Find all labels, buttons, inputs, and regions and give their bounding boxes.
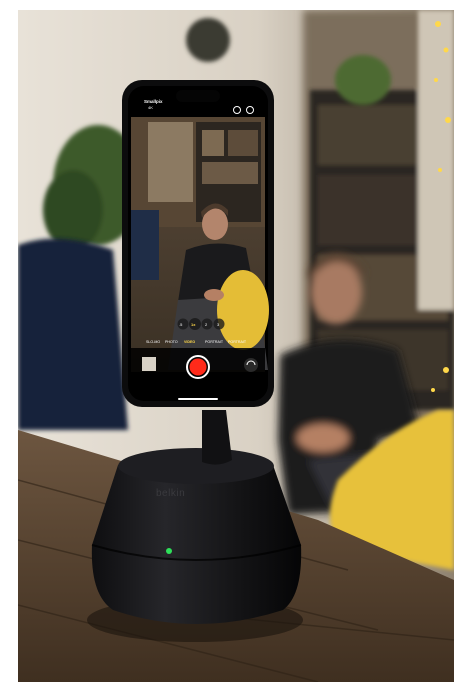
zoom-option-selected[interactable]: 1x: [191, 322, 195, 327]
mode-tab[interactable]: PORTRAIT: [228, 340, 246, 344]
zoom-option[interactable]: .5: [179, 322, 182, 327]
camera-format-label[interactable]: Smallpix: [144, 99, 163, 104]
zoom-option[interactable]: 3: [217, 322, 219, 327]
background-sofa: [18, 238, 128, 430]
belkin-logo: belkin: [156, 488, 186, 499]
camera-format-sublabel: 4K: [148, 105, 153, 110]
zoom-option[interactable]: 2: [205, 322, 207, 327]
mode-tab[interactable]: SLO-MO: [146, 340, 160, 344]
dynamic-island: [176, 90, 220, 102]
thumbnail-preview: [142, 357, 156, 371]
status-light: [166, 548, 172, 554]
mode-tab[interactable]: PHOTO: [165, 340, 178, 344]
record-button[interactable]: [189, 358, 207, 376]
home-indicator: [178, 398, 218, 400]
mode-tab-selected[interactable]: VIDEO: [184, 340, 195, 344]
mode-tab[interactable]: PORTRAIT: [205, 340, 223, 344]
photo: Smallpix 4K .5 1x 2 3 SLO-MO PHOTO VIDEO…: [18, 10, 454, 682]
scene-illustration: [18, 10, 454, 682]
flip-camera-button: [244, 358, 258, 372]
mount-base-top: [118, 448, 274, 484]
